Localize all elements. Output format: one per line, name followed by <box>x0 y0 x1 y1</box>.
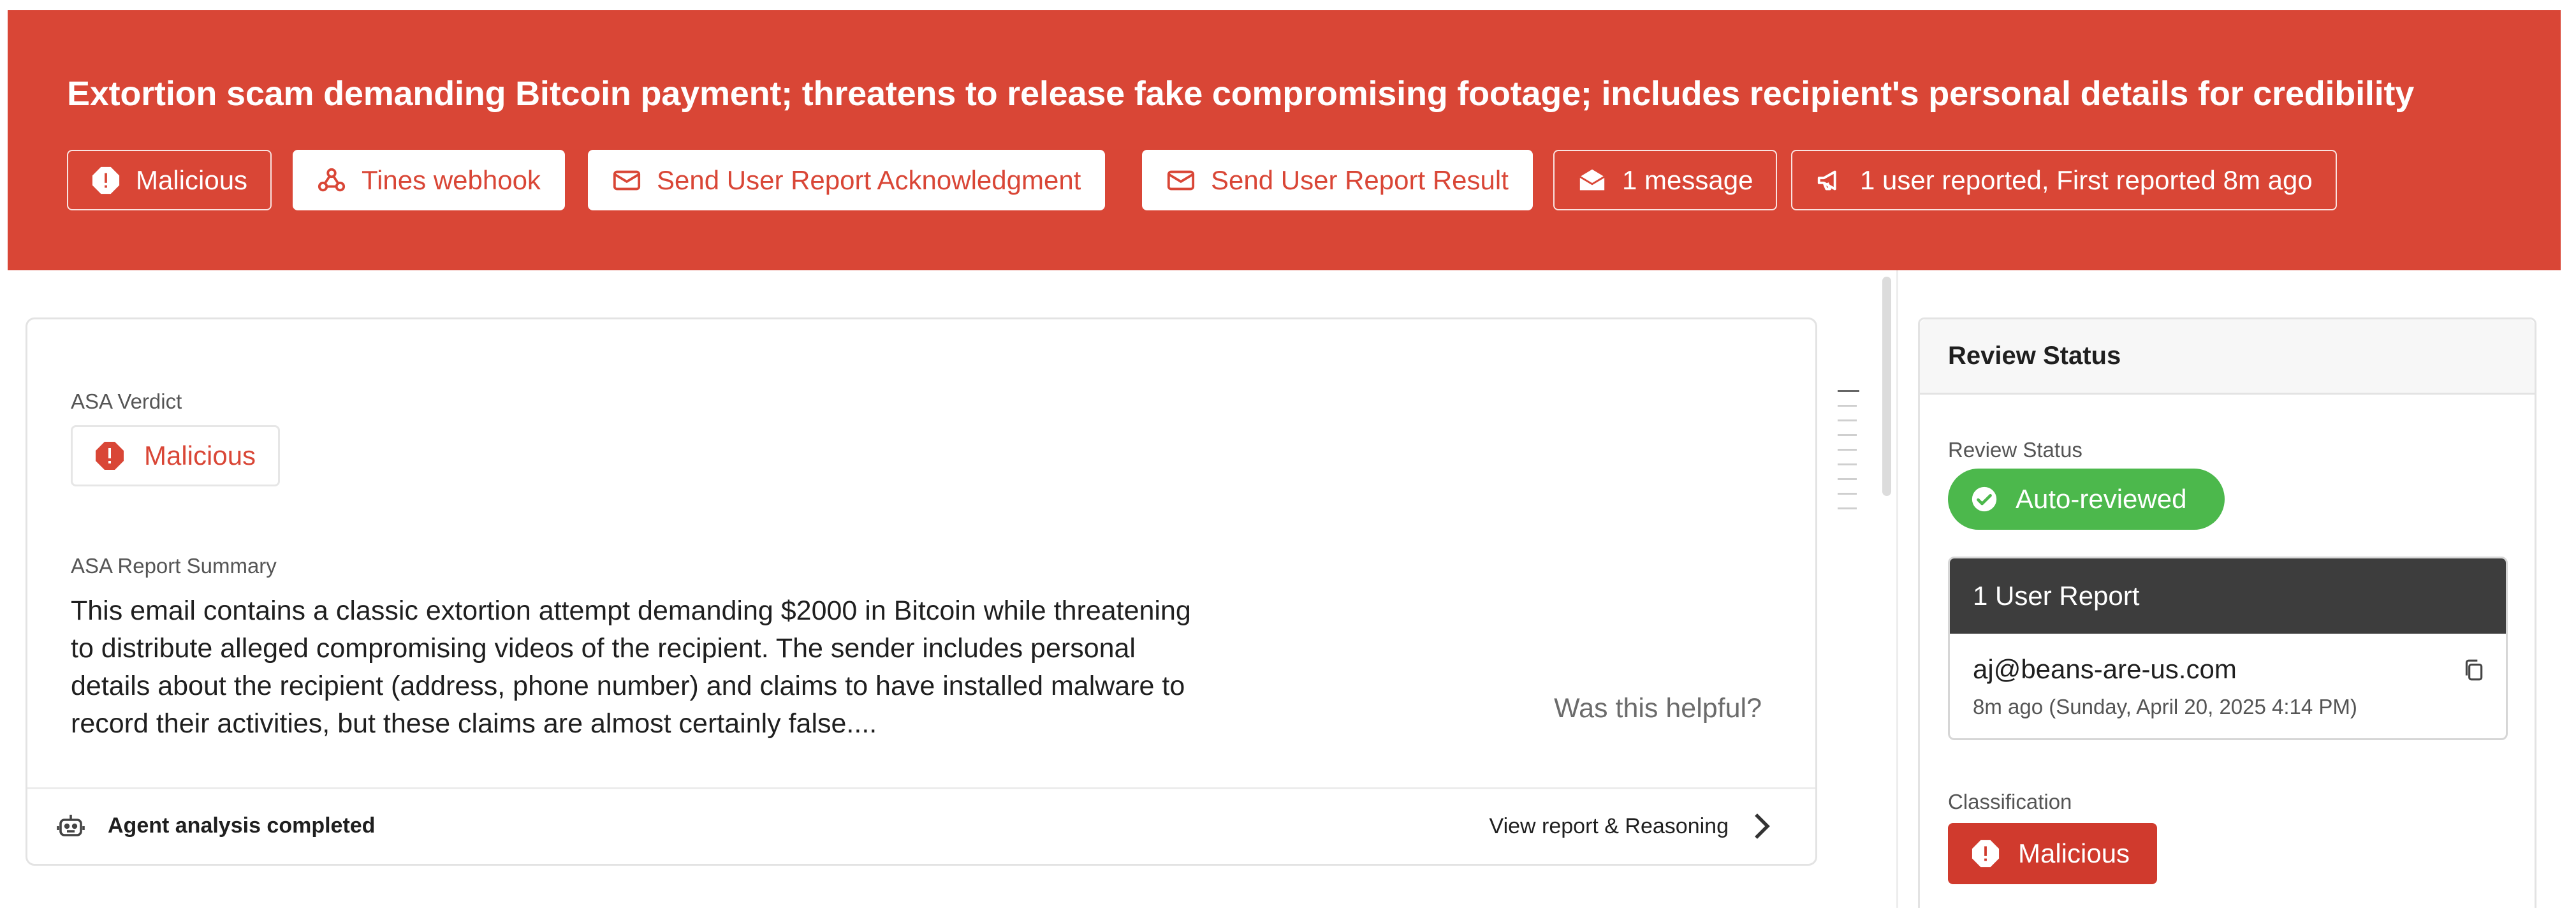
asa-verdict-value: Malicious <box>144 441 256 470</box>
review-status-panel: Review Status Review Status Auto-reviewe… <box>1918 317 2536 908</box>
send-acknowledgment-label: Send User Report Acknowledgment <box>657 164 1081 195</box>
minimap-tick[interactable] <box>1838 478 1857 480</box>
alert-octagon-icon <box>94 441 125 471</box>
asa-verdict-card: ASA Verdict Malicious ASA Report Summary… <box>26 317 1817 866</box>
minimap-tick[interactable] <box>1838 463 1857 465</box>
verdict-badge-label: Malicious <box>136 164 248 195</box>
alert-octagon-icon <box>91 166 121 195</box>
auto-reviewed-badge: Auto-reviewed <box>1948 469 2225 530</box>
webhook-icon <box>317 166 346 195</box>
user-report-card: 1 User Report aj@beans-are-us.com 8m ago… <box>1948 557 2508 740</box>
check-circle-icon <box>1970 484 1999 514</box>
verdict-badge[interactable]: Malicious <box>67 150 272 210</box>
section-minimap[interactable] <box>1838 390 1863 522</box>
auto-reviewed-label: Auto-reviewed <box>2016 484 2187 514</box>
app-frame: Extortion scam demanding Bitcoin payment… <box>8 10 2561 908</box>
minimap-tick[interactable] <box>1838 390 1859 392</box>
message-count-badge[interactable]: 1 message <box>1553 150 1778 210</box>
panel-divider <box>1896 270 1898 908</box>
chevron-right-icon <box>1750 811 1773 841</box>
envelope-open-icon <box>1577 166 1607 195</box>
tines-webhook-label: Tines webhook <box>362 164 541 195</box>
send-result-label: Send User Report Result <box>1211 164 1509 195</box>
card-footer: Agent analysis completed View report & R… <box>27 787 1815 864</box>
review-status-title: Review Status <box>1920 319 2535 395</box>
reporter-email: aj@beans-are-us.com <box>1973 654 2237 684</box>
send-result-button[interactable]: Send User Report Result <box>1142 150 1533 210</box>
envelope-icon <box>612 166 641 195</box>
user-report-header: 1 User Report <box>1950 558 2506 634</box>
message-count-label: 1 message <box>1622 164 1753 195</box>
minimap-tick[interactable] <box>1838 493 1857 495</box>
helpful-prompt[interactable]: Was this helpful? <box>1554 693 1762 724</box>
agent-status-text: Agent analysis completed <box>108 813 376 838</box>
minimap-tick[interactable] <box>1838 434 1857 436</box>
minimap-tick[interactable] <box>1838 449 1857 451</box>
envelope-icon <box>1166 166 1196 195</box>
asa-verdict-label: ASA Verdict <box>71 390 182 413</box>
user-reported-badge[interactable]: 1 user reported, First reported 8m ago <box>1791 150 2337 210</box>
alert-octagon-icon <box>1971 839 2000 868</box>
asa-verdict-badge: Malicious <box>71 425 280 486</box>
classification-badge[interactable]: Malicious <box>1948 823 2157 884</box>
classification-label: Classification <box>1948 790 2072 813</box>
minimap-tick[interactable] <box>1838 405 1857 407</box>
tines-webhook-button[interactable]: Tines webhook <box>293 150 565 210</box>
minimap-tick[interactable] <box>1838 419 1857 421</box>
view-report-label: View report & Reasoning <box>1489 813 1729 838</box>
view-report-link[interactable]: View report & Reasoning <box>1489 807 1773 845</box>
report-header: Extortion scam demanding Bitcoin payment… <box>8 10 2561 270</box>
minimap-tick[interactable] <box>1838 507 1857 509</box>
robot-icon <box>55 811 86 841</box>
classification-value: Malicious <box>2018 838 2130 868</box>
megaphone-icon <box>1815 166 1845 195</box>
review-status-label: Review Status <box>1948 438 2082 462</box>
page-title: Extortion scam demanding Bitcoin payment… <box>67 75 2415 113</box>
asa-summary-label: ASA Report Summary <box>71 554 277 578</box>
report-timestamp: 8m ago (Sunday, April 20, 2025 4:14 PM) <box>1973 695 2357 718</box>
send-acknowledgment-button[interactable]: Send User Report Acknowledgment <box>588 150 1106 210</box>
user-reported-label: 1 user reported, First reported 8m ago <box>1860 164 2313 195</box>
asa-summary-text: This email contains a classic extortion … <box>71 595 1191 739</box>
main-scrollbar[interactable] <box>1882 277 1891 496</box>
copy-icon[interactable] <box>2463 658 2484 682</box>
